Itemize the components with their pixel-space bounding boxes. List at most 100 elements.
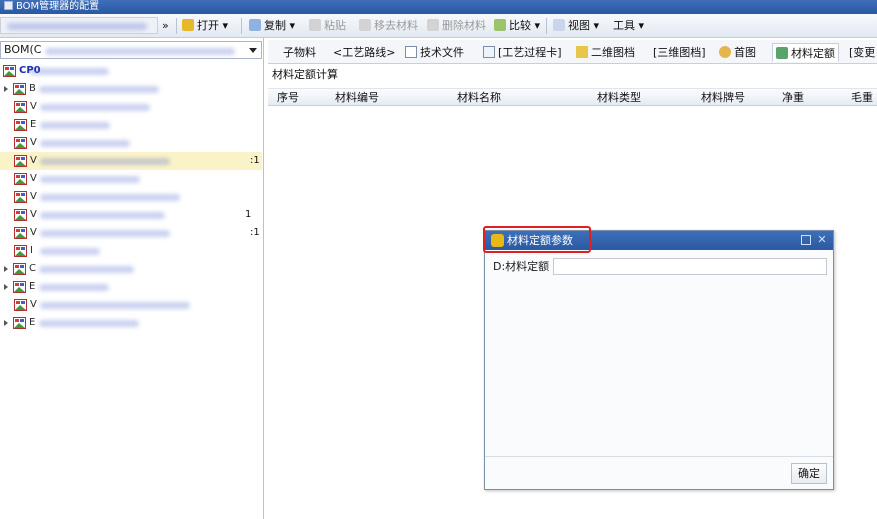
tab-3d-drawing[interactable]: [三维图档] <box>650 43 709 62</box>
chevron-down-icon[interactable] <box>249 48 257 53</box>
tree-row[interactable]: CP0 <box>0 62 262 80</box>
tab-process-route[interactable]: <工艺路线> <box>330 43 398 62</box>
material-quota-input[interactable] <box>553 258 827 275</box>
column-header-material-name[interactable]: 材料名称 <box>457 89 501 107</box>
blurred-text <box>40 248 100 255</box>
tree-row[interactable]: V <box>0 296 262 314</box>
expand-arrow-icon[interactable] <box>4 266 8 272</box>
tree-node-label: I <box>30 245 33 256</box>
toolbar-separator <box>546 18 547 34</box>
move-icon <box>359 19 371 31</box>
bom-node-icon <box>13 263 26 275</box>
tree-node-label: E <box>29 281 36 292</box>
section-title: 材料定额计算 <box>272 68 338 81</box>
delete-material-button[interactable]: 删除材料 <box>427 17 486 35</box>
bom-node-icon <box>14 101 27 113</box>
copy-icon <box>249 19 261 31</box>
compare-button[interactable]: 比较 ▾ <box>494 17 540 35</box>
bom-node-icon <box>13 317 26 329</box>
toolbar-separator <box>241 18 242 34</box>
close-icon[interactable]: ✕ <box>817 234 827 245</box>
window-title-bar: BOM管理器的配置 <box>0 0 877 14</box>
bom-select[interactable]: BOM(C <box>0 41 262 59</box>
first-image-icon <box>719 46 731 58</box>
tree-row[interactable]: V:1 <box>0 152 262 170</box>
tree-node-label: E <box>29 317 36 328</box>
blurred-text <box>39 284 109 291</box>
tab-tech-docs[interactable]: 技术文件 <box>402 43 467 62</box>
column-header-net-weight[interactable]: 净重 <box>782 89 804 107</box>
column-header-index[interactable]: 序号 <box>277 89 299 107</box>
blurred-text <box>39 320 139 327</box>
bom-tree-panel: BOM(C CP0 B V E V V:1 V V V 1 V:1 I C E V E <box>0 38 264 519</box>
blurred-text <box>39 86 159 93</box>
column-header-gross-weight[interactable]: 毛重 <box>851 89 873 107</box>
material-quota-label: D:材料定额 <box>493 260 550 273</box>
toolbar-chevron-icon[interactable]: » <box>162 17 169 35</box>
window-title: BOM管理器的配置 <box>16 1 100 12</box>
tools-button[interactable]: 工具 ▾ <box>613 17 644 35</box>
expand-arrow-icon[interactable] <box>4 320 8 326</box>
view-button[interactable]: 视图 ▾ <box>553 17 599 35</box>
blurred-text <box>40 194 180 201</box>
material-quota-dialog: 材料定额参数 ✕ D:材料定额 确定 <box>483 226 834 490</box>
tree-node-label: B <box>29 83 36 94</box>
toolbar-combo[interactable] <box>0 17 158 34</box>
tree-row[interactable]: E <box>0 278 262 296</box>
tree-row[interactable]: V:1 <box>0 224 262 242</box>
blurred-text <box>40 122 110 129</box>
bom-node-icon <box>14 209 27 221</box>
maximize-icon[interactable] <box>801 235 811 245</box>
move-material-button[interactable]: 移去材料 <box>359 17 418 35</box>
blurred-text <box>7 23 147 30</box>
tree-row[interactable]: B <box>0 80 262 98</box>
tree-row[interactable]: C <box>0 260 262 278</box>
paste-button[interactable]: 粘贴 <box>309 17 346 35</box>
column-header-material-code[interactable]: 材料编号 <box>335 89 379 107</box>
blurred-text <box>29 68 109 75</box>
tab-process-card[interactable]: [工艺过程卡] <box>480 43 565 62</box>
tree-row[interactable]: E <box>0 314 262 332</box>
delete-icon <box>427 19 439 31</box>
tree-row[interactable]: V1 <box>0 206 262 224</box>
blurred-text <box>40 176 140 183</box>
tree-node-label: V <box>30 137 37 148</box>
tree-node-label: V <box>30 191 37 202</box>
process-card-icon <box>483 46 495 58</box>
open-button[interactable]: 打开 ▾ <box>182 17 228 35</box>
tree-row[interactable]: V <box>0 188 262 206</box>
material-quota-icon <box>776 47 788 59</box>
blurred-text <box>40 104 150 111</box>
tree-row[interactable]: V <box>0 170 262 188</box>
bom-node-icon <box>14 245 27 257</box>
tree-row[interactable]: V <box>0 134 262 152</box>
blurred-text <box>40 158 170 165</box>
view-icon <box>553 19 565 31</box>
column-header-material-type[interactable]: 材料类型 <box>597 89 641 107</box>
tab-material-quota[interactable]: 材料定额 <box>772 43 839 62</box>
folder-open-icon <box>182 19 194 31</box>
tab-first-image[interactable]: 首图 <box>716 43 759 62</box>
expand-arrow-icon[interactable] <box>4 86 8 92</box>
tab-change[interactable]: [变更 <box>846 43 877 62</box>
tab-sub-material[interactable]: 子物料 <box>280 43 319 62</box>
tree-row[interactable]: V <box>0 98 262 116</box>
blurred-text <box>39 266 134 273</box>
highlight-box <box>483 226 591 253</box>
expand-arrow-icon[interactable] <box>4 284 8 290</box>
bom-node-icon <box>14 299 27 311</box>
blurred-text <box>40 230 170 237</box>
tree-row[interactable]: I <box>0 242 262 260</box>
tree-row[interactable]: E <box>0 116 262 134</box>
tree-node-label: V <box>30 101 37 112</box>
tab-2d-drawing[interactable]: 二维图档 <box>573 43 638 62</box>
copy-button[interactable]: 复制 ▾ <box>249 17 295 35</box>
ok-button[interactable]: 确定 <box>791 463 827 484</box>
blurred-text <box>40 302 190 309</box>
tree-node-suffix: 1 <box>245 209 252 220</box>
dialog-title-bar[interactable]: 材料定额参数 ✕ <box>483 226 833 253</box>
column-header-material-grade[interactable]: 材料牌号 <box>701 89 745 107</box>
blurred-text <box>40 140 130 147</box>
blurred-text <box>45 48 235 55</box>
grid-header: 序号 材料编号 材料名称 材料类型 材料牌号 净重 毛重 <box>268 88 877 106</box>
